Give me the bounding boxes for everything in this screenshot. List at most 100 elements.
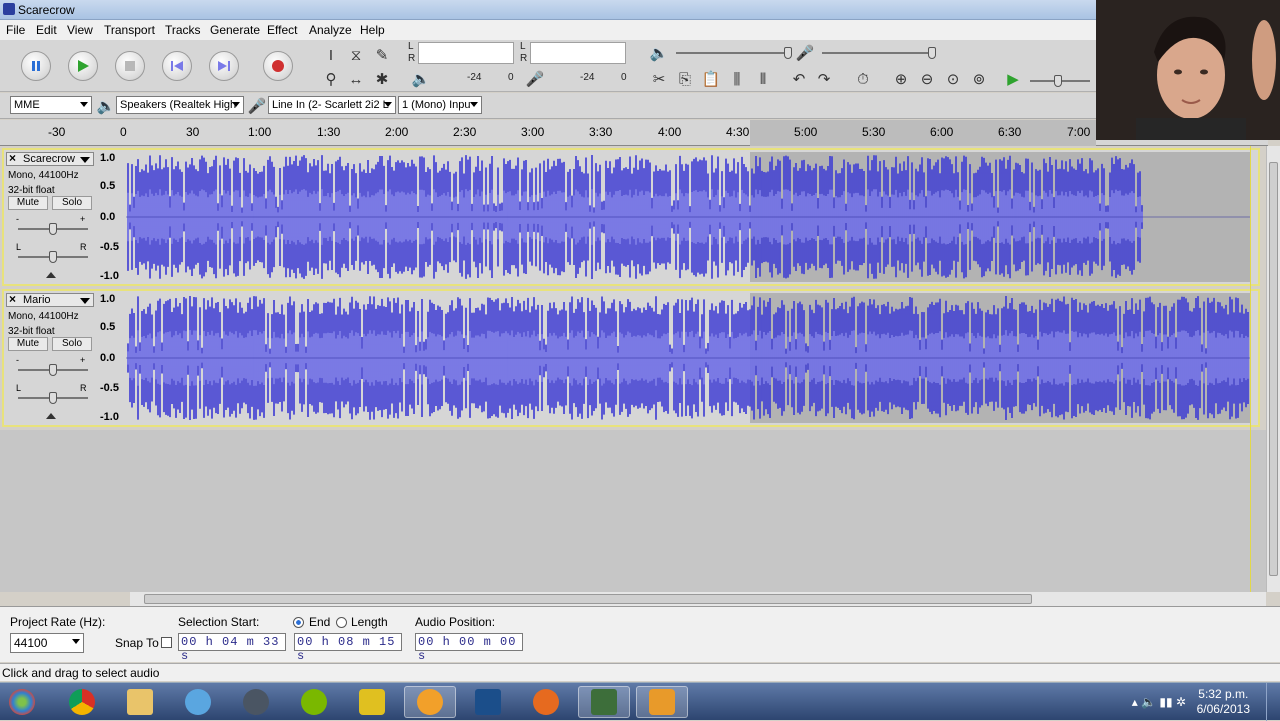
- mute-button[interactable]: Mute: [8, 196, 48, 210]
- output-device-select[interactable]: Speakers (Realtek High: [116, 96, 244, 114]
- timeline-ruler[interactable]: -30 0 30 1:00 1:30 2:00 2:30 3:00 3:30 4…: [0, 120, 1268, 146]
- snap-to-checkbox[interactable]: [161, 637, 172, 648]
- pan-right-label: R: [80, 242, 87, 252]
- multi-tool-icon[interactable]: ✱: [371, 68, 393, 90]
- waveform-display[interactable]: [126, 293, 1250, 423]
- taskbar-camtasia-recorder[interactable]: [578, 686, 630, 718]
- zoom-in-icon[interactable]: ⊕: [890, 68, 912, 90]
- pan-slider[interactable]: [18, 392, 88, 404]
- collapse-track-icon[interactable]: [46, 413, 56, 419]
- output-volume-slider[interactable]: [676, 47, 792, 59]
- cut-icon[interactable]: ✂: [648, 68, 670, 90]
- taskbar-itunes[interactable]: [172, 686, 224, 718]
- trim-icon[interactable]: ⫼: [726, 68, 748, 90]
- close-track-icon[interactable]: ×: [9, 151, 16, 165]
- mute-button[interactable]: Mute: [8, 337, 48, 351]
- paste-icon[interactable]: 📋: [700, 68, 722, 90]
- solo-button[interactable]: Solo: [52, 337, 92, 351]
- play-meter-zero: 0: [508, 72, 514, 83]
- collapse-track-icon[interactable]: [46, 272, 56, 278]
- menu-view[interactable]: View: [67, 23, 93, 37]
- horizontal-scrollbar[interactable]: [130, 592, 1266, 606]
- menu-effect[interactable]: Effect: [267, 23, 297, 37]
- copy-icon[interactable]: ⎘: [674, 68, 696, 90]
- selection-end-field[interactable]: 00 h 08 m 15 s: [294, 633, 402, 663]
- gain-minus-label: -: [16, 214, 19, 224]
- taskbar-audacity[interactable]: [404, 686, 456, 718]
- waveform-display[interactable]: [126, 152, 1250, 282]
- menu-edit[interactable]: Edit: [36, 23, 57, 37]
- taskbar-clock[interactable]: 5:32 p.m. 6/06/2013: [1197, 687, 1250, 717]
- selection-tool-icon[interactable]: I: [320, 44, 342, 66]
- gain-slider[interactable]: [18, 364, 88, 376]
- vertical-scroll-thumb[interactable]: [1269, 162, 1278, 576]
- taskbar-photoshop[interactable]: [462, 686, 514, 718]
- selection-start-field[interactable]: 00 h 04 m 33 s: [178, 633, 286, 663]
- taskbar-spotify[interactable]: [288, 686, 340, 718]
- end-radio[interactable]: [293, 617, 304, 628]
- play-button[interactable]: [62, 43, 104, 89]
- horizontal-scroll-thumb[interactable]: [144, 594, 1032, 604]
- track-menu-chevron-icon[interactable]: [80, 298, 90, 304]
- silence-icon[interactable]: ⫴: [752, 68, 774, 90]
- audio-position-field[interactable]: 00 h 00 m 00 s: [415, 633, 523, 663]
- sync-lock-icon[interactable]: ⏱: [852, 68, 874, 90]
- pause-button[interactable]: [15, 43, 57, 89]
- track-menu-chevron-icon[interactable]: [80, 157, 90, 163]
- draw-tool-icon[interactable]: ✎: [371, 44, 393, 66]
- gain-slider[interactable]: [18, 223, 88, 235]
- timeshift-tool-icon[interactable]: ↔: [345, 68, 367, 90]
- playback-meter[interactable]: [418, 42, 514, 64]
- play-icon: [78, 60, 89, 72]
- recording-meter[interactable]: [530, 42, 626, 64]
- tray-icons[interactable]: ▴ 🔈 ▮▮ ✲: [1132, 695, 1186, 709]
- skip-to-start-button[interactable]: [156, 43, 198, 89]
- menu-generate[interactable]: Generate: [210, 23, 260, 37]
- play-at-speed-icon[interactable]: ▶: [1002, 68, 1024, 90]
- project-rate-select[interactable]: 44100: [10, 633, 84, 653]
- speaker-meter-icon[interactable]: 🔈: [410, 68, 432, 90]
- taskbar-camtasia-studio[interactable]: [636, 686, 688, 718]
- ruler-tick: 0: [120, 125, 127, 139]
- play-speed-slider[interactable]: [1030, 75, 1090, 87]
- input-device-select[interactable]: Line In (2- Scarlett 2i2 L: [268, 96, 396, 114]
- input-volume-slider[interactable]: [822, 47, 936, 59]
- start-button[interactable]: [2, 686, 42, 718]
- taskbar-chrome[interactable]: [56, 686, 108, 718]
- zoom-tool-icon[interactable]: ⚲: [320, 68, 342, 90]
- zoom-out-icon[interactable]: ⊖: [916, 68, 938, 90]
- audio-track[interactable]: × Scarecrow Mono, 44100Hz 32-bit float M…: [2, 148, 1260, 286]
- menu-transport[interactable]: Transport: [104, 23, 155, 37]
- menu-file[interactable]: File: [6, 23, 25, 37]
- skip-to-end-button[interactable]: [203, 43, 245, 89]
- audio-host-select[interactable]: MME: [10, 96, 92, 114]
- track-name-header[interactable]: × Mario: [6, 292, 94, 307]
- empty-track-area[interactable]: [0, 430, 1266, 592]
- gain-plus-label: +: [80, 355, 86, 365]
- fit-selection-icon[interactable]: ⊙: [942, 68, 964, 90]
- fit-project-icon[interactable]: ⊚: [968, 68, 990, 90]
- taskbar-firefox[interactable]: [520, 686, 572, 718]
- microphone-meter-icon[interactable]: 🎤: [524, 68, 546, 90]
- input-channels-select[interactable]: 1 (Mono) Inpu: [398, 96, 482, 114]
- envelope-tool-icon[interactable]: ⧖: [345, 44, 367, 66]
- taskbar-steam[interactable]: [230, 686, 282, 718]
- close-track-icon[interactable]: ×: [9, 292, 16, 306]
- menu-analyze[interactable]: Analyze: [309, 23, 352, 37]
- menu-help[interactable]: Help: [360, 23, 385, 37]
- taskbar-explorer[interactable]: [114, 686, 166, 718]
- taskbar-winamp[interactable]: [346, 686, 398, 718]
- pan-slider[interactable]: [18, 251, 88, 263]
- menu-tracks[interactable]: Tracks: [165, 23, 201, 37]
- track-name-header[interactable]: × Scarecrow: [6, 151, 94, 166]
- audio-track[interactable]: × Mario Mono, 44100Hz 32-bit float Mute …: [2, 289, 1260, 427]
- redo-icon[interactable]: ↷: [813, 68, 835, 90]
- show-desktop-button[interactable]: [1266, 683, 1280, 721]
- vertical-scrollbar[interactable]: [1266, 146, 1280, 592]
- ruler-tick: 5:30: [862, 125, 886, 139]
- length-radio[interactable]: [336, 617, 347, 628]
- record-button[interactable]: [257, 43, 299, 89]
- undo-icon[interactable]: ↶: [788, 68, 810, 90]
- solo-button[interactable]: Solo: [52, 196, 92, 210]
- stop-button[interactable]: [109, 43, 151, 89]
